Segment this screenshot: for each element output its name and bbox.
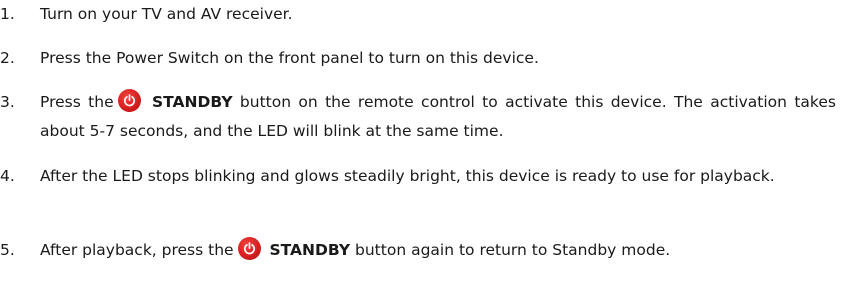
step-4: 4. After the LED stops blinking and glow… [0,162,845,191]
step-1: 1. Turn on your TV and AV receiver. [0,0,845,29]
power-button-icon [237,237,261,260]
step-text: Turn on your TV and AV receiver. [40,5,293,23]
step-number: 2. [0,49,15,67]
step-number: 4. [0,167,15,185]
step-5: 5. After playback, press the STANDBY but… [0,236,845,265]
step-text-after: button again to return to Standby mode. [355,241,671,259]
step-2: 2. Press the Power Switch on the front p… [0,44,845,73]
step-text: After playback, press the STANDBY button… [40,236,836,265]
step-3: 3. Press the STANDBY button on the remot… [0,88,845,146]
step-text-before: After playback, press the [40,241,234,259]
step-number: 3. [0,93,15,111]
step-text-before: Press the [40,93,114,111]
step-text: After the LED stops blinking and glows s… [40,167,775,185]
power-button-icon [117,89,141,112]
standby-label: STANDBY [269,241,351,259]
standby-label: STANDBY [151,93,233,111]
step-text: Press the STANDBY button on the remote c… [40,88,836,146]
step-number: 1. [0,5,15,23]
step-text: Press the Power Switch on the front pane… [40,49,539,67]
step-number: 5. [0,241,15,259]
